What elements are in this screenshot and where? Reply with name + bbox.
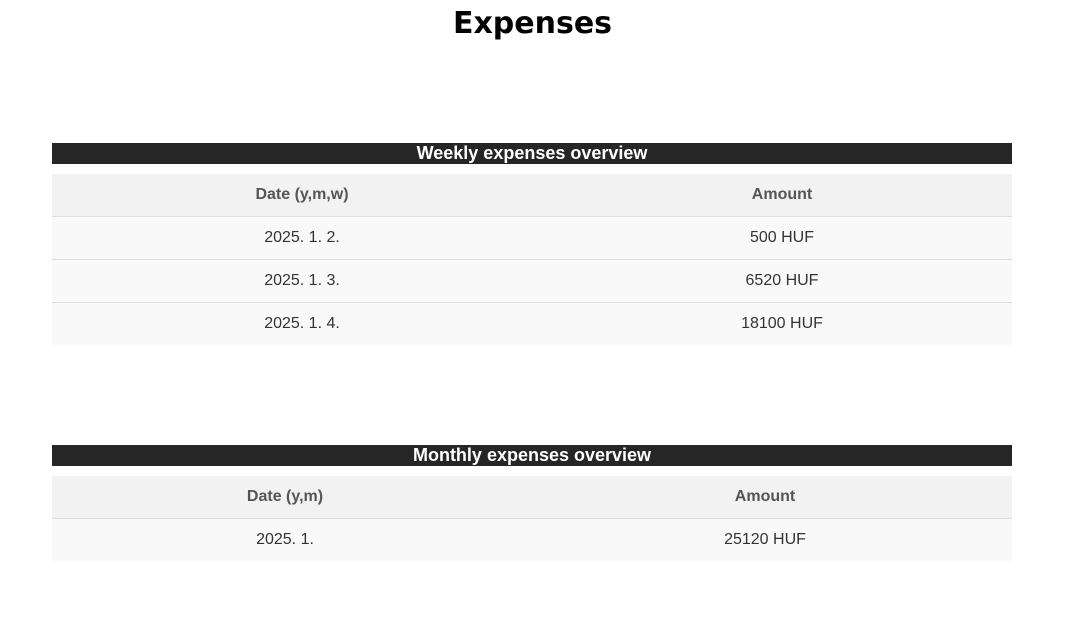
row-amount: 25120 HUF [518,518,1012,561]
column-header-amount: Amount [518,476,1012,519]
column-header-amount: Amount [552,174,1012,217]
monthly-expenses-section: Monthly expenses overview Date (y,m) Amo… [52,445,1012,561]
row-date: 2025. 1. 3. [52,259,552,303]
page-title: Expenses [452,6,613,41]
monthly-expenses-header: Monthly expenses overview [52,445,1012,466]
row-amount: 18100 HUF [552,302,1012,345]
table-row: 2025. 1. 25120 HUF [52,518,1012,561]
weekly-expenses-header: Weekly expenses overview [52,143,1012,164]
table-row: 2025. 1. 3. 6520 HUF [52,259,1012,303]
row-amount: 6520 HUF [552,259,1012,303]
table-row: 2025. 1. 4. 18100 HUF [52,302,1012,345]
table-header-row: Date (y,m) Amount [52,476,1012,519]
row-date: 2025. 1. [52,518,518,561]
column-header-date: Date (y,m,w) [52,174,552,217]
table-header-row: Date (y,m,w) Amount [52,174,1012,217]
weekly-expenses-section: Weekly expenses overview Date (y,m,w) Am… [52,143,1012,345]
weekly-expenses-table: Date (y,m,w) Amount 2025. 1. 2. 500 HUF … [52,174,1012,345]
monthly-expenses-table: Date (y,m) Amount 2025. 1. 25120 HUF [52,476,1012,561]
table-row: 2025. 1. 2. 500 HUF [52,216,1012,260]
row-amount: 500 HUF [552,216,1012,260]
column-header-date: Date (y,m) [52,476,518,519]
row-date: 2025. 1. 2. [52,216,552,260]
row-date: 2025. 1. 4. [52,302,552,345]
